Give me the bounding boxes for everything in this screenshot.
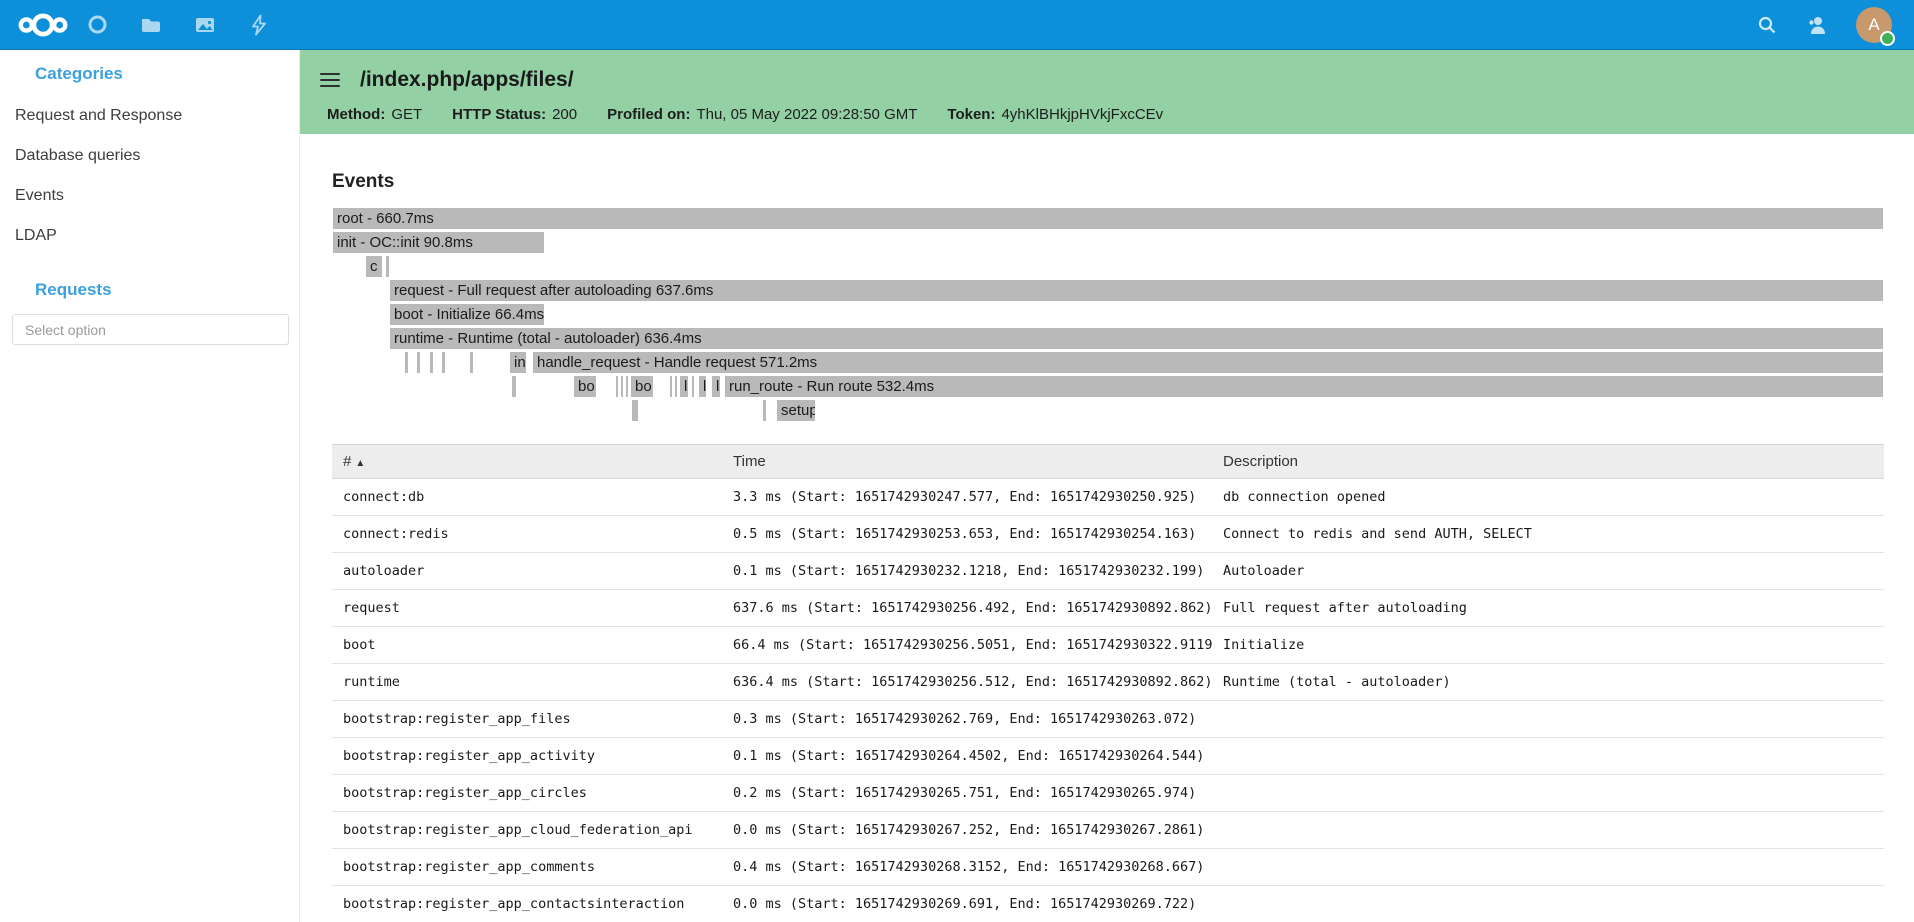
timeline-tick (763, 400, 766, 421)
timeline-tick (670, 376, 672, 397)
timeline-bar: boot - Initialize 66.4ms (390, 304, 544, 325)
sidebar: Categories Request and ResponseDatabase … (0, 50, 300, 922)
timeline-bar: bo (574, 376, 596, 397)
timeline-bar: l (712, 376, 720, 397)
app-menu (16, 0, 286, 50)
page-title: /index.php/apps/files/ (360, 68, 574, 92)
timeline-bar: c (366, 256, 382, 277)
timeline-tick (417, 352, 420, 373)
categories-heading: Categories (35, 64, 299, 84)
event-row: bootstrap:register_app_files0.3 ms (Star… (332, 701, 1884, 738)
event-row: request637.6 ms (Start: 1651742930256.49… (332, 590, 1884, 627)
column-header-time[interactable]: Time (722, 445, 1212, 479)
request-select[interactable]: Select option (12, 314, 289, 345)
timeline-tick (675, 376, 677, 397)
event-row: autoloader0.1 ms (Start: 1651742930232.1… (332, 553, 1884, 590)
timeline-tick (430, 352, 433, 373)
events-heading: Events (332, 171, 1914, 193)
timeline-bar: handle_request - Handle request 571.2ms (533, 352, 1883, 373)
timeline-tick (470, 352, 473, 373)
requests-heading: Requests (35, 280, 299, 300)
main-content: /index.php/apps/files/ Method: GET HTTP … (300, 50, 1914, 922)
status-online-dot (1880, 31, 1895, 46)
nextcloud-logo[interactable] (16, 0, 70, 50)
meta-token: Token: 4yhKlBHkjpHVkjFxcCEv (947, 106, 1163, 123)
files-icon[interactable] (124, 0, 178, 50)
request-meta: Method: GET HTTP Status: 200 Profiled on… (320, 106, 1890, 123)
hamburger-menu-icon[interactable] (320, 73, 340, 87)
column-header-number[interactable]: #▲ (332, 445, 722, 479)
timeline-tick (632, 400, 638, 421)
meta-http-status: HTTP Status: 200 (452, 106, 577, 123)
timeline-tick (616, 376, 618, 397)
photos-icon[interactable] (178, 0, 232, 50)
timeline-bar: run_route - Run route 532.4ms (725, 376, 1883, 397)
timeline-bar: setup (777, 400, 815, 421)
event-row: connect:db3.3 ms (Start: 1651742930247.5… (332, 479, 1884, 516)
timeline-tick (621, 376, 623, 397)
event-row: bootstrap:register_app_activity0.1 ms (S… (332, 738, 1884, 775)
sidebar-item-ldap[interactable]: LDAP (0, 216, 299, 256)
sidebar-item-request-and-response[interactable]: Request and Response (0, 96, 299, 136)
sidebar-item-events[interactable]: Events (0, 176, 299, 216)
event-row: runtime636.4 ms (Start: 1651742930256.51… (332, 664, 1884, 701)
timeline-bar: runtime - Runtime (total - autoloader) 6… (390, 328, 1883, 349)
event-row: bootstrap:register_app_comments0.4 ms (S… (332, 849, 1884, 886)
column-header-description[interactable]: Description (1212, 445, 1884, 479)
events-timeline: root - 660.7msinit - OC::init 90.8mscreq… (300, 208, 1914, 424)
timeline-tick (512, 376, 516, 397)
request-select-placeholder: Select option (25, 322, 106, 338)
timeline-bar: ini (510, 352, 526, 373)
timeline-tick (386, 256, 389, 277)
timeline-bar: l (699, 376, 706, 397)
timeline-bar: init - OC::init 90.8ms (333, 232, 544, 253)
timeline-tick (442, 352, 445, 373)
dashboard-icon[interactable] (70, 0, 124, 50)
timeline-tick (405, 352, 408, 373)
table-header-row: #▲ Time Description (332, 445, 1884, 479)
contacts-icon[interactable] (1806, 14, 1828, 36)
topbar-actions: A (1756, 7, 1898, 43)
nextcloud-logo-icon (16, 11, 70, 39)
event-row: boot66.4 ms (Start: 1651742930256.5051, … (332, 627, 1884, 664)
timeline-bar: root - 660.7ms (333, 208, 1883, 229)
avatar[interactable]: A (1856, 7, 1892, 43)
event-row: bootstrap:register_app_circles0.2 ms (St… (332, 775, 1884, 812)
search-icon[interactable] (1756, 14, 1778, 36)
timeline-bar: l (680, 376, 688, 397)
avatar-initial: A (1868, 15, 1879, 35)
profile-header: /index.php/apps/files/ Method: GET HTTP … (300, 50, 1914, 134)
sidebar-item-database-queries[interactable]: Database queries (0, 136, 299, 176)
top-navigation-bar: A (0, 0, 1914, 50)
timeline-tick (692, 376, 694, 397)
meta-profiled-on: Profiled on: Thu, 05 May 2022 09:28:50 G… (607, 106, 917, 123)
event-row: bootstrap:register_app_contactsinteracti… (332, 886, 1884, 922)
activity-icon[interactable] (232, 0, 286, 50)
timeline-bar: request - Full request after autoloading… (390, 280, 1883, 301)
timeline-tick (626, 376, 628, 397)
meta-method: Method: GET (327, 106, 422, 123)
requests-block: Requests Select option (0, 280, 299, 345)
timeline-bar: bo (631, 376, 653, 397)
events-table: #▲ Time Description connect:db3.3 ms (St… (332, 444, 1884, 922)
category-list: Request and ResponseDatabase queriesEven… (0, 96, 299, 256)
sort-ascending-icon: ▲ (355, 458, 365, 469)
event-row: bootstrap:register_app_cloud_federation_… (332, 812, 1884, 849)
event-row: connect:redis0.5 ms (Start: 165174293025… (332, 516, 1884, 553)
